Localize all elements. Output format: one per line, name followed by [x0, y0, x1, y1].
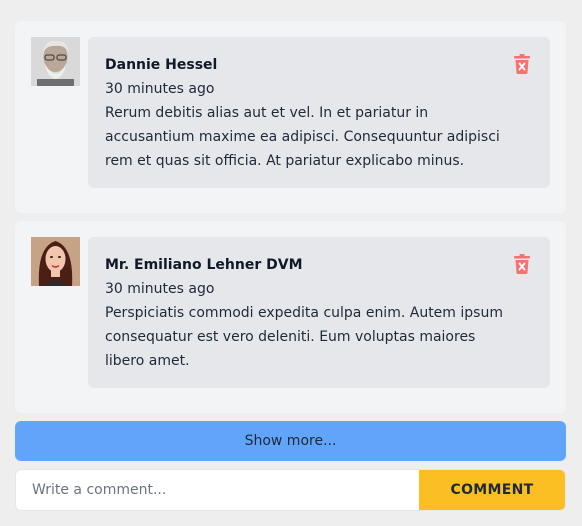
trash-x-icon [514, 54, 530, 74]
trash-x-icon [514, 254, 530, 274]
comment-bubble: Dannie Hessel 30 minutes ago Rerum debit… [88, 37, 550, 188]
comment-author: Dannie Hessel [105, 57, 218, 73]
comment-bubble: Mr. Emiliano Lehner DVM 30 minutes ago P… [88, 237, 550, 388]
comment-input[interactable] [16, 470, 420, 510]
avatar-image [31, 237, 80, 286]
comment-submit-button[interactable]: COMMENT [419, 470, 565, 510]
comment-card: Dannie Hessel 30 minutes ago Rerum debit… [15, 21, 566, 213]
comment-card: Mr. Emiliano Lehner DVM 30 minutes ago P… [15, 221, 566, 413]
comment-list: Dannie Hessel 30 minutes ago Rerum debit… [15, 21, 566, 421]
comment-composer: COMMENT [15, 469, 566, 511]
delete-comment-button[interactable] [513, 54, 531, 74]
comment-time: 30 minutes ago [105, 81, 215, 97]
delete-comment-button[interactable] [513, 254, 531, 274]
show-more-button[interactable]: Show more... [15, 421, 566, 461]
avatar-image [31, 37, 80, 86]
avatar [31, 237, 80, 286]
comment-time: 30 minutes ago [105, 281, 215, 297]
comment-body: Perspiciatis commodi expedita culpa enim… [105, 305, 503, 369]
avatar [31, 37, 80, 86]
comment-author: Mr. Emiliano Lehner DVM [105, 257, 303, 273]
comment-body: Rerum debitis alias aut et vel. In et pa… [105, 105, 500, 169]
